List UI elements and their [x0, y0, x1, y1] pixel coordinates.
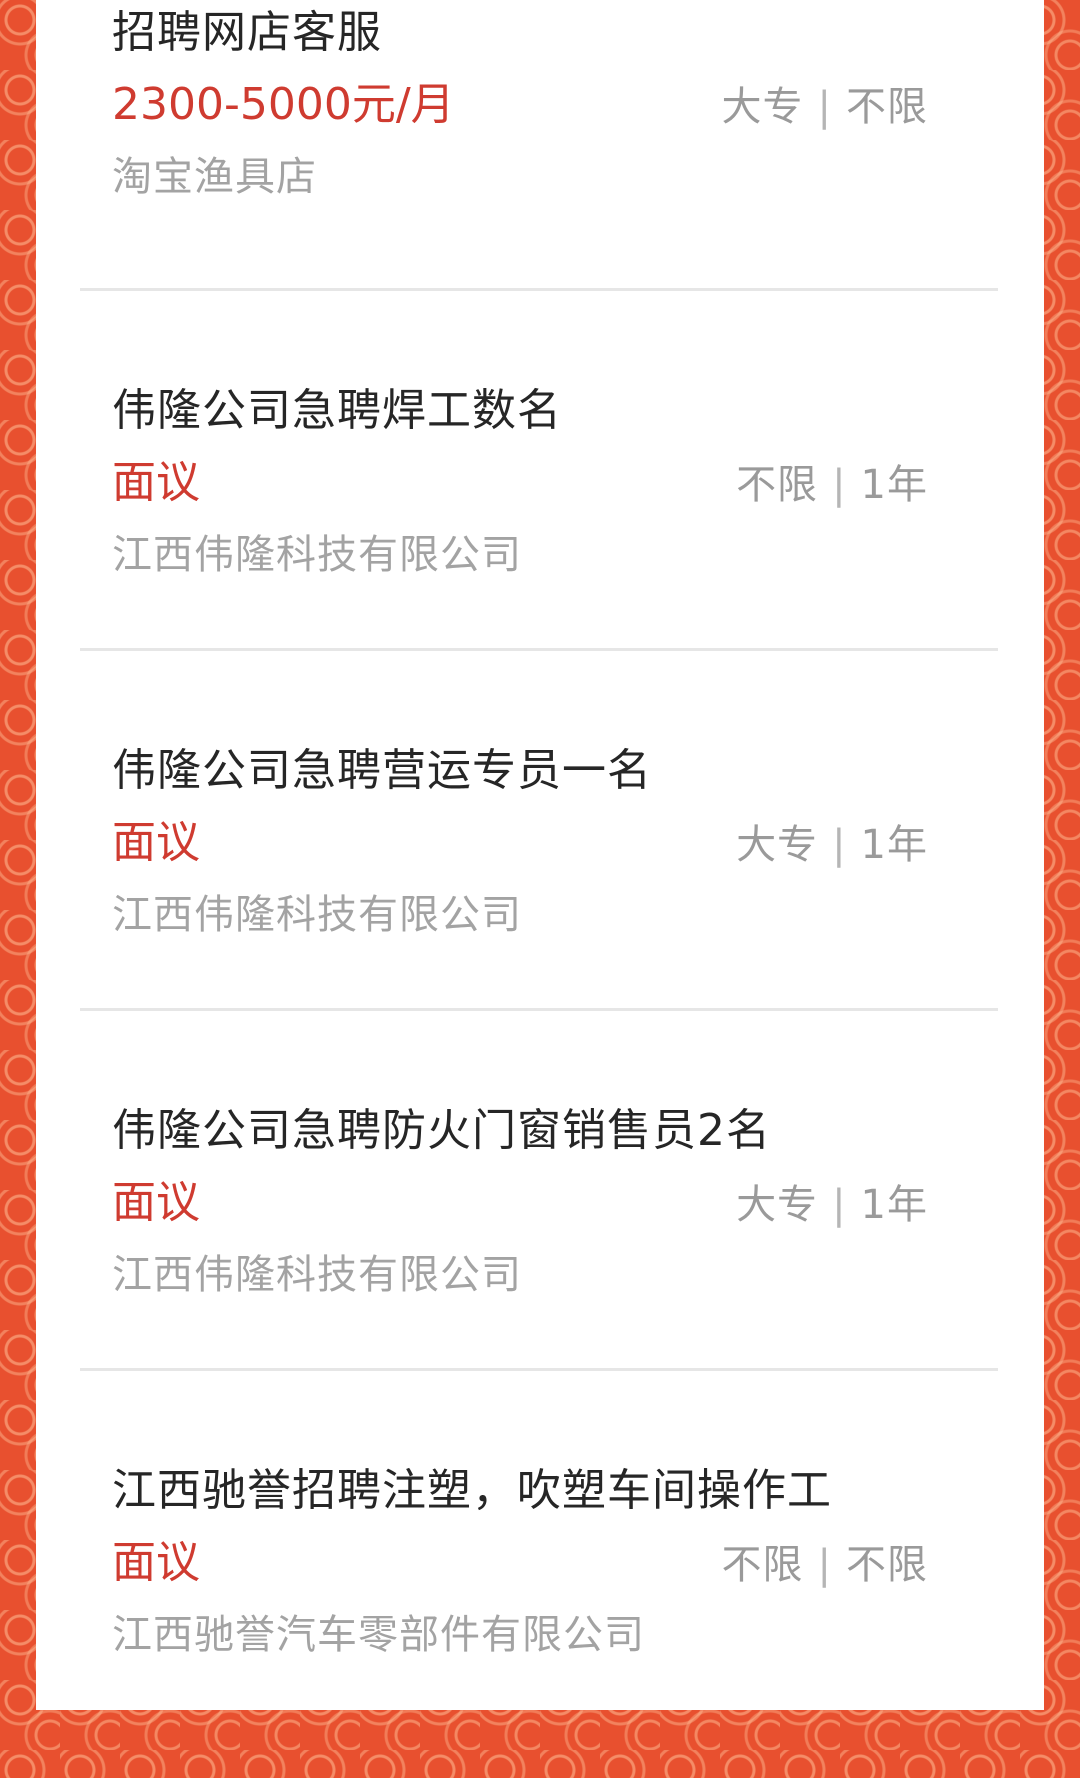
job-company: 江西伟隆科技有限公司: [112, 1252, 522, 1298]
job-salary: 面议: [112, 457, 200, 508]
job-title: 江西驰誉招聘注塑，吹塑车间操作工: [112, 1465, 832, 1516]
job-item[interactable]: 伟隆公司急聘营运专员一名 面议 大专 | 1年 江西伟隆科技有限公司: [36, 698, 1044, 1058]
separator: |: [817, 1542, 832, 1588]
job-experience: 1年: [860, 1182, 928, 1228]
job-education: 不限: [736, 462, 819, 508]
job-company: 江西伟隆科技有限公司: [112, 532, 522, 578]
job-salary: 2300-5000元/月: [112, 79, 455, 130]
decorative-border-right: [1044, 0, 1080, 1710]
job-requirements: 不限 | 不限: [722, 1532, 928, 1590]
divider: [80, 1368, 998, 1371]
job-requirements: 大专 | 不限: [722, 74, 928, 132]
job-experience: 不限: [846, 84, 928, 130]
job-education: 不限: [721, 1542, 804, 1588]
job-requirements: 不限 | 1年: [736, 452, 928, 510]
job-salary: 面议: [112, 1537, 200, 1588]
job-company: 江西驰誉汽车零部件有限公司: [112, 1612, 645, 1658]
job-item[interactable]: 伟隆公司急聘焊工数名 面议 不限 | 1年 江西伟隆科技有限公司: [36, 338, 1044, 698]
job-title: 伟隆公司急聘营运专员一名: [112, 745, 652, 796]
job-title: 招聘网店客服: [112, 7, 382, 58]
job-list: 招聘网店客服 2300-5000元/月 大专 | 不限 淘宝渔具店 伟隆公司急聘焊工…: [36, 0, 1044, 1710]
divider: [80, 1008, 998, 1011]
job-title: 伟隆公司急聘焊工数名: [112, 385, 562, 436]
separator: |: [832, 462, 847, 508]
job-education: 大专: [721, 84, 804, 130]
job-item[interactable]: 伟隆公司急聘防火门窗销售员2名 面议 大专 | 1年 江西伟隆科技有限公司: [36, 1058, 1044, 1418]
job-company: 淘宝渔具店: [112, 154, 317, 200]
job-salary: 面议: [112, 817, 200, 868]
job-experience: 不限: [846, 1542, 928, 1588]
job-item[interactable]: 江西驰誉招聘注塑，吹塑车间操作工 面议 不限 | 不限 江西驰誉汽车零部件有限公司: [36, 1418, 1044, 1778]
job-education: 大专: [736, 822, 819, 868]
job-title: 伟隆公司急聘防火门窗销售员2名: [112, 1105, 771, 1156]
job-salary: 面议: [112, 1177, 200, 1228]
divider: [80, 288, 998, 291]
job-requirements: 大专 | 1年: [736, 812, 928, 870]
job-experience: 1年: [860, 462, 928, 508]
job-experience: 1年: [860, 822, 928, 868]
divider: [80, 648, 998, 651]
job-company: 江西伟隆科技有限公司: [112, 892, 522, 938]
separator: |: [832, 1182, 847, 1228]
job-education: 大专: [736, 1182, 819, 1228]
job-requirements: 大专 | 1年: [736, 1172, 928, 1230]
separator: |: [817, 84, 832, 130]
separator: |: [832, 822, 847, 868]
decorative-border-left: [0, 0, 36, 1710]
